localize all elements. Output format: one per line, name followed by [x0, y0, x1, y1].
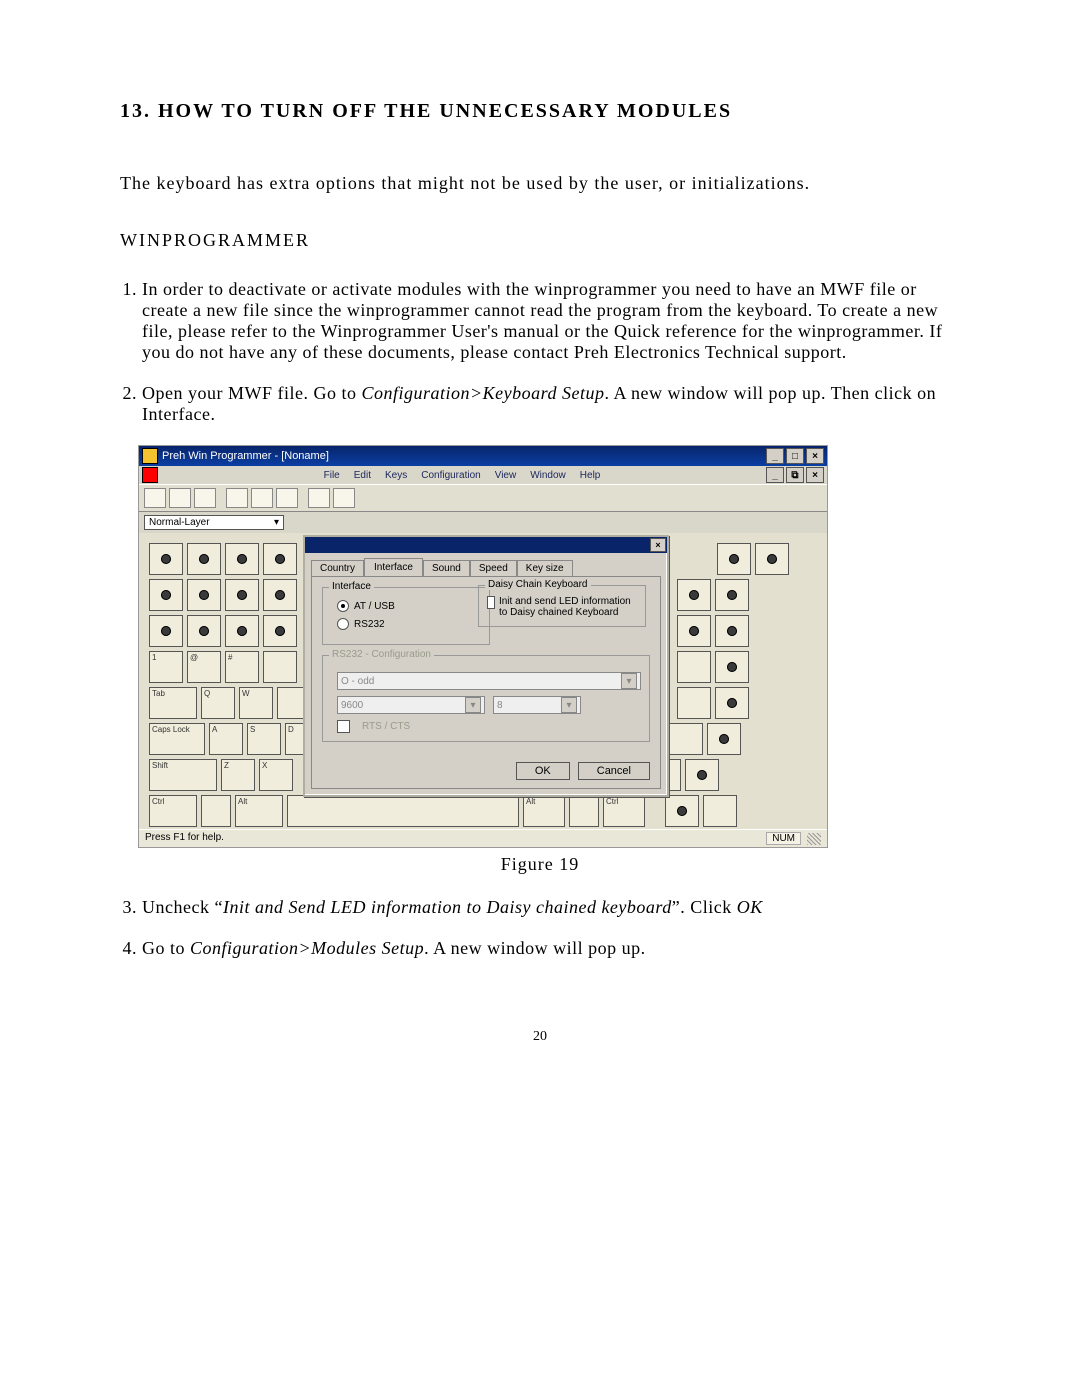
chevron-down-icon: ▾ — [561, 697, 577, 713]
toolbar-button[interactable] — [276, 488, 298, 508]
radio-icon — [337, 600, 349, 612]
steps-list-cont: Uncheck “Init and Send LED information t… — [142, 897, 960, 959]
layer-value: Normal-Layer — [149, 517, 210, 528]
menu-configuration[interactable]: Configuration — [421, 470, 480, 481]
mdi-bar: File Edit Keys Configuration View Window… — [139, 466, 827, 484]
titlebar[interactable]: Preh Win Programmer - [Noname] _ □ × — [139, 446, 827, 466]
menu-view[interactable]: View — [495, 470, 517, 481]
daisy-led-checkbox[interactable] — [487, 596, 495, 609]
section-heading: 13. HOW TO TURN OFF THE UNNECESSARY MODU… — [120, 100, 960, 123]
chevron-down-icon: ▾ — [465, 697, 481, 713]
chevron-down-icon: ▾ — [274, 517, 279, 528]
rs232-baud-select: 9600▾ — [337, 696, 485, 714]
step-2a: Open your MWF file. Go to — [142, 383, 361, 403]
keyboard-setup-dialog: × Country Interface Sound Speed Key size… — [303, 535, 669, 797]
maximize-button[interactable]: □ — [786, 448, 804, 464]
daisy-led-label: Init and send LED information to Daisy c… — [499, 596, 637, 618]
tab-interface[interactable]: Interface — [364, 558, 423, 577]
toolbar-button[interactable] — [333, 488, 355, 508]
daisy-group-label: Daisy Chain Keyboard — [485, 579, 591, 590]
numlock-indicator: NUM — [766, 832, 801, 845]
tab-sound[interactable]: Sound — [423, 560, 470, 576]
mdi-close-button[interactable]: × — [806, 467, 824, 483]
menubar[interactable]: File Edit Keys Configuration View Window… — [318, 468, 607, 483]
status-text: Press F1 for help. — [145, 832, 224, 845]
toolbar-button[interactable] — [226, 488, 248, 508]
interface-group: Interface AT / USB RS232 — [322, 587, 490, 645]
rs232-rts-checkbox — [337, 720, 350, 733]
ok-button[interactable]: OK — [516, 762, 570, 780]
app-title: Preh Win Programmer - [Noname] — [162, 450, 329, 462]
rs232-group: RS232 - Configuration O - odd▾ 9600▾ 8▾ … — [322, 655, 650, 742]
tab-country[interactable]: Country — [311, 560, 364, 576]
app-icon — [142, 448, 158, 464]
step-1: In order to deactivate or activate modul… — [142, 279, 960, 363]
toolbar-button[interactable] — [169, 488, 191, 508]
chevron-down-icon: ▾ — [621, 673, 637, 689]
step-4: Go to Configuration>Modules Setup. A new… — [142, 938, 960, 959]
steps-list: In order to deactivate or activate modul… — [142, 279, 960, 425]
toolbar-button[interactable] — [251, 488, 273, 508]
rs232-group-label: RS232 - Configuration — [329, 649, 434, 660]
tab-keysize[interactable]: Key size — [517, 560, 573, 576]
menu-window[interactable]: Window — [530, 470, 566, 481]
app-screenshot: Preh Win Programmer - [Noname] _ □ × Fil… — [138, 445, 828, 848]
menu-help[interactable]: Help — [580, 470, 601, 481]
subheading: WINPROGRAMMER — [120, 230, 960, 251]
page-number: 20 — [120, 1029, 960, 1045]
daisy-group: Daisy Chain Keyboard Init and send LED i… — [478, 585, 646, 627]
toolbar[interactable] — [139, 484, 827, 512]
mdi-minimize-button[interactable]: _ — [766, 467, 784, 483]
toolbar-button[interactable] — [194, 488, 216, 508]
minimize-button[interactable]: _ — [766, 448, 784, 464]
resize-grip-icon[interactable] — [807, 833, 821, 845]
radio-rs232[interactable]: RS232 — [337, 618, 481, 630]
menu-file[interactable]: File — [324, 470, 340, 481]
statusbar: Press F1 for help. NUM — [139, 829, 827, 847]
mdi-icon — [142, 467, 158, 483]
rs232-parity-select: O - odd▾ — [337, 672, 641, 690]
step-2: Open your MWF file. Go to Configuration>… — [142, 383, 960, 425]
radio-icon — [337, 618, 349, 630]
toolbar-button[interactable] — [308, 488, 330, 508]
menu-edit[interactable]: Edit — [354, 470, 371, 481]
mdi-restore-button[interactable]: ⧉ — [786, 467, 804, 483]
tab-speed[interactable]: Speed — [470, 560, 517, 576]
close-button[interactable]: × — [806, 448, 824, 464]
radio-atusb[interactable]: AT / USB — [337, 600, 481, 612]
menu-keys[interactable]: Keys — [385, 470, 407, 481]
keyboard-canvas[interactable]: 1 @ # Tab Q W — [139, 533, 827, 829]
intro-text: The keyboard has extra options that migh… — [120, 173, 960, 194]
step-2-em: Configuration>Keyboard Setup — [361, 383, 604, 403]
dialog-close-button[interactable]: × — [650, 538, 666, 552]
toolbar-button[interactable] — [144, 488, 166, 508]
cancel-button[interactable]: Cancel — [578, 762, 650, 780]
interface-group-label: Interface — [329, 581, 374, 592]
step-3: Uncheck “Init and Send LED information t… — [142, 897, 960, 918]
dialog-tabs[interactable]: Country Interface Sound Speed Key size — [305, 553, 667, 576]
rs232-rts-label: RTS / CTS — [362, 721, 410, 732]
layer-select[interactable]: Normal-Layer ▾ — [144, 515, 284, 530]
figure-caption: Figure 19 — [120, 854, 960, 875]
rs232-bits-select: 8▾ — [493, 696, 581, 714]
